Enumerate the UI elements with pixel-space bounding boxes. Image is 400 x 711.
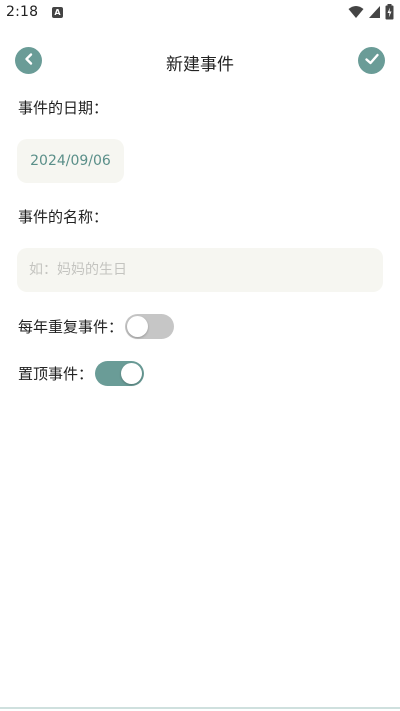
status-time: 2:18 (6, 4, 39, 20)
status-bar: 2:18 A (0, 0, 400, 28)
pin-row: 置顶事件： (18, 361, 145, 386)
toggle-knob (121, 363, 143, 384)
pin-label: 置顶事件： (18, 365, 94, 383)
top-app-bar: 新建事件 (0, 38, 400, 84)
system-icons (348, 4, 394, 20)
notification-icon: A (52, 7, 63, 18)
wifi-icon (348, 5, 364, 19)
confirm-button[interactable] (358, 47, 385, 74)
repeat-yearly-toggle[interactable] (125, 314, 175, 339)
page-title: 新建事件 (166, 55, 234, 75)
date-value: 2024/09/06 (30, 153, 111, 169)
repeat-row: 每年重复事件： (18, 314, 175, 339)
name-label: 事件的名称： (18, 208, 109, 226)
toggle-knob (127, 316, 149, 337)
signal-icon (368, 5, 381, 19)
date-picker-button[interactable]: 2024/09/06 (17, 139, 124, 183)
battery-charging-icon (385, 4, 394, 20)
bottom-divider (0, 707, 400, 709)
pin-to-top-toggle[interactable] (95, 361, 145, 386)
event-name-input[interactable] (17, 248, 383, 292)
checkmark-icon (364, 51, 380, 70)
date-label: 事件的日期： (18, 99, 109, 117)
repeat-label: 每年重复事件： (18, 318, 124, 336)
